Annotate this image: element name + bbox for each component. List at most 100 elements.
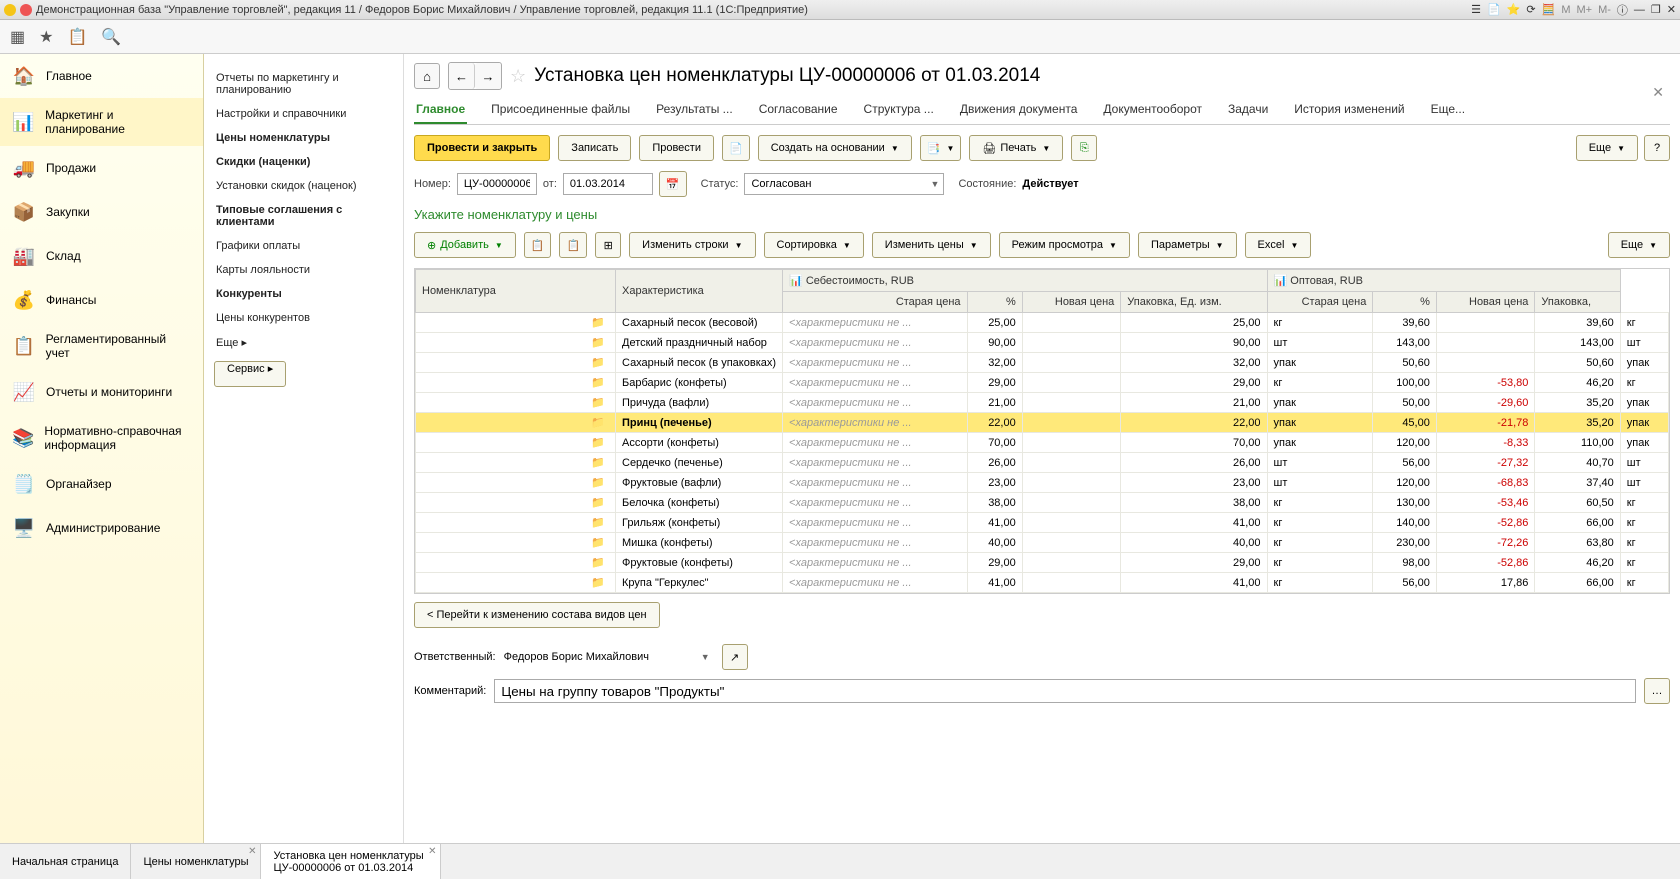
open-responsible-button[interactable]: ↗ [722,644,748,670]
comment-input[interactable] [494,679,1636,703]
submenu-item[interactable]: Типовые соглашения с клиентами [214,198,393,234]
doc-tab[interactable]: Присоединенные файлы [489,96,632,124]
sort-button[interactable]: Сортировка▼ [764,232,864,258]
excel-button[interactable]: Excel▼ [1245,232,1312,258]
submenu-item[interactable]: Карты лояльности [214,258,393,282]
comment-expand-button[interactable]: … [1644,678,1670,704]
col-pct2[interactable]: % [1373,292,1437,313]
paste-button[interactable]: 📋 [559,232,587,258]
maximize-icon[interactable]: ❐ [1651,3,1661,16]
submenu-item[interactable]: Еще ▸ [214,330,393,355]
col-group-cost[interactable]: 📊 Себестоимость, RUB [783,270,1267,292]
doc-tab[interactable]: Задачи [1226,96,1270,124]
edit-rows-button[interactable]: Изменить строки▼ [629,232,755,258]
sidebar-item[interactable]: 📊Маркетинг и планирование [0,98,203,146]
doc-tab[interactable]: Главное [414,96,467,124]
post-button[interactable]: Провести [639,135,714,161]
bottom-tab[interactable]: Начальная страница [0,844,131,879]
sidebar-item[interactable]: 🖥️Администрирование [0,506,203,550]
tab-close-icon[interactable]: ✕ [248,846,256,857]
attach-button[interactable]: 📄 [722,135,750,161]
print-button[interactable]: 🖨Печать▼ [969,135,1063,161]
submenu-item[interactable]: Установки скидок (наценок) [214,174,393,198]
submenu-item[interactable]: Конкуренты [214,282,393,306]
table-row[interactable]: 📁Детский праздничный набор<характеристик… [416,333,1669,353]
submenu-item[interactable]: Отчеты по маркетингу и планированию [214,66,393,102]
tb-icon[interactable]: 📄 [1487,3,1501,16]
table-row[interactable]: 📁Грильяж (конфеты)<характеристики не ...… [416,513,1669,533]
goto-price-types-button[interactable]: < Перейти к изменению состава видов цен [414,602,660,628]
post-close-button[interactable]: Провести и закрыть [414,135,550,161]
info-icon[interactable]: ⓘ [1617,2,1628,18]
doc-tab[interactable]: Движения документа [958,96,1080,124]
bottom-tab[interactable]: Цены номенклатуры✕ [131,844,261,879]
col-pack2[interactable]: Упаковка, [1535,292,1620,313]
favorite-star-icon[interactable]: ☆ [510,66,526,87]
doc-tab[interactable]: Структура ... [862,96,936,124]
sidebar-item[interactable]: 💰Финансы [0,278,203,322]
edit-prices-button[interactable]: Изменить цены▼ [872,232,991,258]
table-row[interactable]: 📁Ассорти (конфеты)<характеристики не ...… [416,433,1669,453]
submenu-item[interactable]: Сервис ▸ [214,361,286,387]
table-row[interactable]: 📁Барбарис (конфеты)<характеристики не ..… [416,373,1669,393]
submenu-item[interactable]: Скидки (наценки) [214,150,393,174]
star-icon[interactable]: ★ [39,27,53,47]
help-button[interactable]: ? [1644,135,1670,161]
close-document-icon[interactable]: ✕ [1652,84,1664,101]
save-button[interactable]: Записать [558,135,631,161]
number-input[interactable] [457,173,537,195]
calendar-button[interactable]: 📅 [659,171,687,197]
col-nomenclature[interactable]: Номенклатура [416,270,616,313]
barcode-button[interactable]: ⊞ [595,232,621,258]
tb-icon[interactable]: 🧮 [1542,3,1556,16]
search-icon[interactable]: 🔍 [101,27,121,47]
create-based-button[interactable]: Создать на основании▼ [758,135,912,161]
table-row[interactable]: 📁Фруктовые (конфеты)<характеристики не .… [416,553,1669,573]
view-mode-button[interactable]: Режим просмотра▼ [999,232,1130,258]
table-row[interactable]: 📁Причуда (вафли)<характеристики не ...21… [416,393,1669,413]
col-old-price2[interactable]: Старая цена [1267,292,1373,313]
col-new-price2[interactable]: Новая цена [1436,292,1535,313]
table-row[interactable]: 📁Сахарный песок (весовой)<характеристики… [416,313,1669,333]
price-table-wrap[interactable]: Номенклатура Характеристика 📊 Себестоимо… [414,268,1670,594]
sidebar-item[interactable]: 📈Отчеты и мониторинги [0,370,203,414]
tb-m-icon[interactable]: M [1561,4,1570,16]
sidebar-item[interactable]: 🏠Главное [0,54,203,98]
submenu-item[interactable]: Настройки и справочники [214,102,393,126]
copy-button[interactable]: 📋 [524,232,552,258]
table-row[interactable]: 📁Принц (печенье)<характеристики не ...22… [416,413,1669,433]
submenu-item[interactable]: Цены номенклатуры [214,126,393,150]
more-table-button[interactable]: Еще▼ [1608,232,1670,258]
tb-icon[interactable]: ⭐ [1507,3,1521,16]
bottom-tab[interactable]: Установка цен номенклатуры ЦУ-00000006 о… [261,844,441,879]
table-row[interactable]: 📁Мишка (конфеты)<характеристики не ...40… [416,533,1669,553]
nav-fwd-button[interactable]: → [475,63,501,89]
template-button[interactable]: 📑▼ [920,135,962,161]
minimize-icon[interactable]: — [1634,4,1645,16]
table-row[interactable]: 📁Сердечко (печенье)<характеристики не ..… [416,453,1669,473]
export-button[interactable]: ⎘ [1071,135,1097,161]
sidebar-item[interactable]: 🚚Продажи [0,146,203,190]
col-group-wholesale[interactable]: 📊 Оптовая, RUB [1267,270,1620,292]
col-pack[interactable]: Упаковка, Ед. изм. [1121,292,1267,313]
doc-tab[interactable]: Результаты ... [654,96,735,124]
sidebar-item[interactable]: 📚Нормативно-справочная информация [0,414,203,462]
submenu-item[interactable]: Цены конкурентов [214,306,393,330]
apps-icon[interactable]: ▦ [10,27,25,47]
doc-tab[interactable]: История изменений [1292,96,1406,124]
status-combo[interactable]: Согласован▼ [744,173,944,195]
tb-mminus-icon[interactable]: M- [1598,4,1611,16]
doc-tab[interactable]: Еще... [1429,96,1467,124]
table-row[interactable]: 📁Белочка (конфеты)<характеристики не ...… [416,493,1669,513]
tab-close-icon[interactable]: ✕ [428,846,436,857]
tb-icon[interactable]: ☰ [1471,3,1481,16]
sidebar-item[interactable]: 🗒️Органайзер [0,462,203,506]
table-row[interactable]: 📁Крупа "Геркулес"<характеристики не ...4… [416,573,1669,593]
close-icon[interactable]: ✕ [1667,3,1676,16]
add-button[interactable]: ⊕Добавить▼ [414,232,516,258]
doc-tab[interactable]: Согласование [757,96,840,124]
col-new-price[interactable]: Новая цена [1022,292,1121,313]
nav-back-button[interactable]: ← [449,63,475,89]
home-button[interactable]: ⌂ [414,63,440,89]
submenu-item[interactable]: Графики оплаты [214,234,393,258]
